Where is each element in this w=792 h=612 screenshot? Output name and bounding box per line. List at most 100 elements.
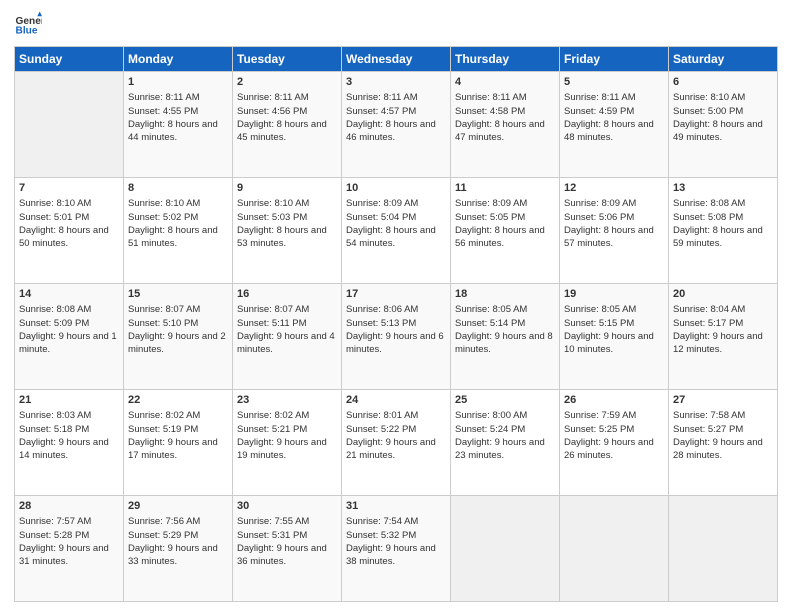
daylight-text: Daylight: 9 hours and 28 minutes.	[673, 436, 773, 463]
day-number: 31	[346, 499, 446, 514]
day-number: 4	[455, 75, 555, 90]
calendar-cell: 2Sunrise: 8:11 AMSunset: 4:56 PMDaylight…	[233, 72, 342, 178]
daylight-text: Daylight: 9 hours and 12 minutes.	[673, 330, 773, 357]
calendar-cell: 26Sunrise: 7:59 AMSunset: 5:25 PMDayligh…	[560, 390, 669, 496]
sunset-text: Sunset: 4:59 PM	[564, 105, 664, 118]
sunset-text: Sunset: 5:27 PM	[673, 423, 773, 436]
calendar-cell: 14Sunrise: 8:08 AMSunset: 5:09 PMDayligh…	[15, 284, 124, 390]
day-number: 27	[673, 393, 773, 408]
daylight-text: Daylight: 8 hours and 50 minutes.	[19, 224, 119, 251]
day-number: 9	[237, 181, 337, 196]
calendar-cell: 23Sunrise: 8:02 AMSunset: 5:21 PMDayligh…	[233, 390, 342, 496]
sunrise-text: Sunrise: 7:54 AM	[346, 515, 446, 528]
sunset-text: Sunset: 5:11 PM	[237, 317, 337, 330]
sunrise-text: Sunrise: 8:02 AM	[237, 409, 337, 422]
sunrise-text: Sunrise: 8:07 AM	[237, 303, 337, 316]
day-header-monday: Monday	[124, 47, 233, 72]
calendar-cell: 6Sunrise: 8:10 AMSunset: 5:00 PMDaylight…	[669, 72, 778, 178]
sunrise-text: Sunrise: 7:58 AM	[673, 409, 773, 422]
daylight-text: Daylight: 9 hours and 1 minute.	[19, 330, 119, 357]
day-number: 28	[19, 499, 119, 514]
calendar-cell: 31Sunrise: 7:54 AMSunset: 5:32 PMDayligh…	[342, 496, 451, 602]
daylight-text: Daylight: 8 hours and 44 minutes.	[128, 118, 228, 145]
sunrise-text: Sunrise: 8:11 AM	[237, 91, 337, 104]
day-number: 11	[455, 181, 555, 196]
daylight-text: Daylight: 9 hours and 10 minutes.	[564, 330, 664, 357]
sunset-text: Sunset: 4:56 PM	[237, 105, 337, 118]
daylight-text: Daylight: 8 hours and 45 minutes.	[237, 118, 337, 145]
sunset-text: Sunset: 4:57 PM	[346, 105, 446, 118]
daylight-text: Daylight: 9 hours and 4 minutes.	[237, 330, 337, 357]
day-header-wednesday: Wednesday	[342, 47, 451, 72]
logo: General Blue	[14, 10, 46, 38]
day-header-sunday: Sunday	[15, 47, 124, 72]
sunrise-text: Sunrise: 8:08 AM	[19, 303, 119, 316]
week-row-2: 14Sunrise: 8:08 AMSunset: 5:09 PMDayligh…	[15, 284, 778, 390]
sunrise-text: Sunrise: 8:11 AM	[346, 91, 446, 104]
calendar-cell: 16Sunrise: 8:07 AMSunset: 5:11 PMDayligh…	[233, 284, 342, 390]
calendar-cell	[669, 496, 778, 602]
sunrise-text: Sunrise: 8:10 AM	[19, 197, 119, 210]
calendar-cell: 1Sunrise: 8:11 AMSunset: 4:55 PMDaylight…	[124, 72, 233, 178]
calendar-cell: 29Sunrise: 7:56 AMSunset: 5:29 PMDayligh…	[124, 496, 233, 602]
calendar-cell: 4Sunrise: 8:11 AMSunset: 4:58 PMDaylight…	[451, 72, 560, 178]
calendar-cell: 21Sunrise: 8:03 AMSunset: 5:18 PMDayligh…	[15, 390, 124, 496]
calendar-cell: 12Sunrise: 8:09 AMSunset: 5:06 PMDayligh…	[560, 178, 669, 284]
sunrise-text: Sunrise: 8:10 AM	[237, 197, 337, 210]
calendar-cell: 3Sunrise: 8:11 AMSunset: 4:57 PMDaylight…	[342, 72, 451, 178]
day-number: 12	[564, 181, 664, 196]
sunrise-text: Sunrise: 7:59 AM	[564, 409, 664, 422]
day-number: 30	[237, 499, 337, 514]
sunset-text: Sunset: 5:28 PM	[19, 529, 119, 542]
sunset-text: Sunset: 5:32 PM	[346, 529, 446, 542]
sunrise-text: Sunrise: 7:56 AM	[128, 515, 228, 528]
daylight-text: Daylight: 9 hours and 14 minutes.	[19, 436, 119, 463]
sunrise-text: Sunrise: 8:05 AM	[564, 303, 664, 316]
calendar-cell: 17Sunrise: 8:06 AMSunset: 5:13 PMDayligh…	[342, 284, 451, 390]
sunrise-text: Sunrise: 8:07 AM	[128, 303, 228, 316]
daylight-text: Daylight: 8 hours and 56 minutes.	[455, 224, 555, 251]
day-number: 15	[128, 287, 228, 302]
week-row-4: 28Sunrise: 7:57 AMSunset: 5:28 PMDayligh…	[15, 496, 778, 602]
sunset-text: Sunset: 5:17 PM	[673, 317, 773, 330]
day-number: 17	[346, 287, 446, 302]
daylight-text: Daylight: 8 hours and 48 minutes.	[564, 118, 664, 145]
calendar-cell: 13Sunrise: 8:08 AMSunset: 5:08 PMDayligh…	[669, 178, 778, 284]
sunset-text: Sunset: 5:14 PM	[455, 317, 555, 330]
daylight-text: Daylight: 9 hours and 23 minutes.	[455, 436, 555, 463]
day-number: 7	[19, 181, 119, 196]
daylight-text: Daylight: 9 hours and 17 minutes.	[128, 436, 228, 463]
calendar-cell: 19Sunrise: 8:05 AMSunset: 5:15 PMDayligh…	[560, 284, 669, 390]
day-header-friday: Friday	[560, 47, 669, 72]
day-number: 24	[346, 393, 446, 408]
calendar-cell: 24Sunrise: 8:01 AMSunset: 5:22 PMDayligh…	[342, 390, 451, 496]
sunset-text: Sunset: 5:22 PM	[346, 423, 446, 436]
sunset-text: Sunset: 5:19 PM	[128, 423, 228, 436]
sunset-text: Sunset: 5:13 PM	[346, 317, 446, 330]
daylight-text: Daylight: 9 hours and 38 minutes.	[346, 542, 446, 569]
day-number: 23	[237, 393, 337, 408]
day-number: 13	[673, 181, 773, 196]
sunset-text: Sunset: 5:21 PM	[237, 423, 337, 436]
calendar-cell: 7Sunrise: 8:10 AMSunset: 5:01 PMDaylight…	[15, 178, 124, 284]
daylight-text: Daylight: 8 hours and 54 minutes.	[346, 224, 446, 251]
day-number: 29	[128, 499, 228, 514]
sunset-text: Sunset: 5:03 PM	[237, 211, 337, 224]
daylight-text: Daylight: 8 hours and 46 minutes.	[346, 118, 446, 145]
sunset-text: Sunset: 5:06 PM	[564, 211, 664, 224]
day-header-thursday: Thursday	[451, 47, 560, 72]
sunset-text: Sunset: 5:00 PM	[673, 105, 773, 118]
daylight-text: Daylight: 9 hours and 8 minutes.	[455, 330, 555, 357]
sunset-text: Sunset: 5:10 PM	[128, 317, 228, 330]
day-number: 1	[128, 75, 228, 90]
sunrise-text: Sunrise: 8:11 AM	[564, 91, 664, 104]
day-number: 16	[237, 287, 337, 302]
daylight-text: Daylight: 8 hours and 49 minutes.	[673, 118, 773, 145]
day-number: 18	[455, 287, 555, 302]
logo-icon: General Blue	[14, 10, 42, 38]
daylight-text: Daylight: 9 hours and 26 minutes.	[564, 436, 664, 463]
sunset-text: Sunset: 5:29 PM	[128, 529, 228, 542]
day-number: 2	[237, 75, 337, 90]
daylight-text: Daylight: 8 hours and 47 minutes.	[455, 118, 555, 145]
sunset-text: Sunset: 5:24 PM	[455, 423, 555, 436]
